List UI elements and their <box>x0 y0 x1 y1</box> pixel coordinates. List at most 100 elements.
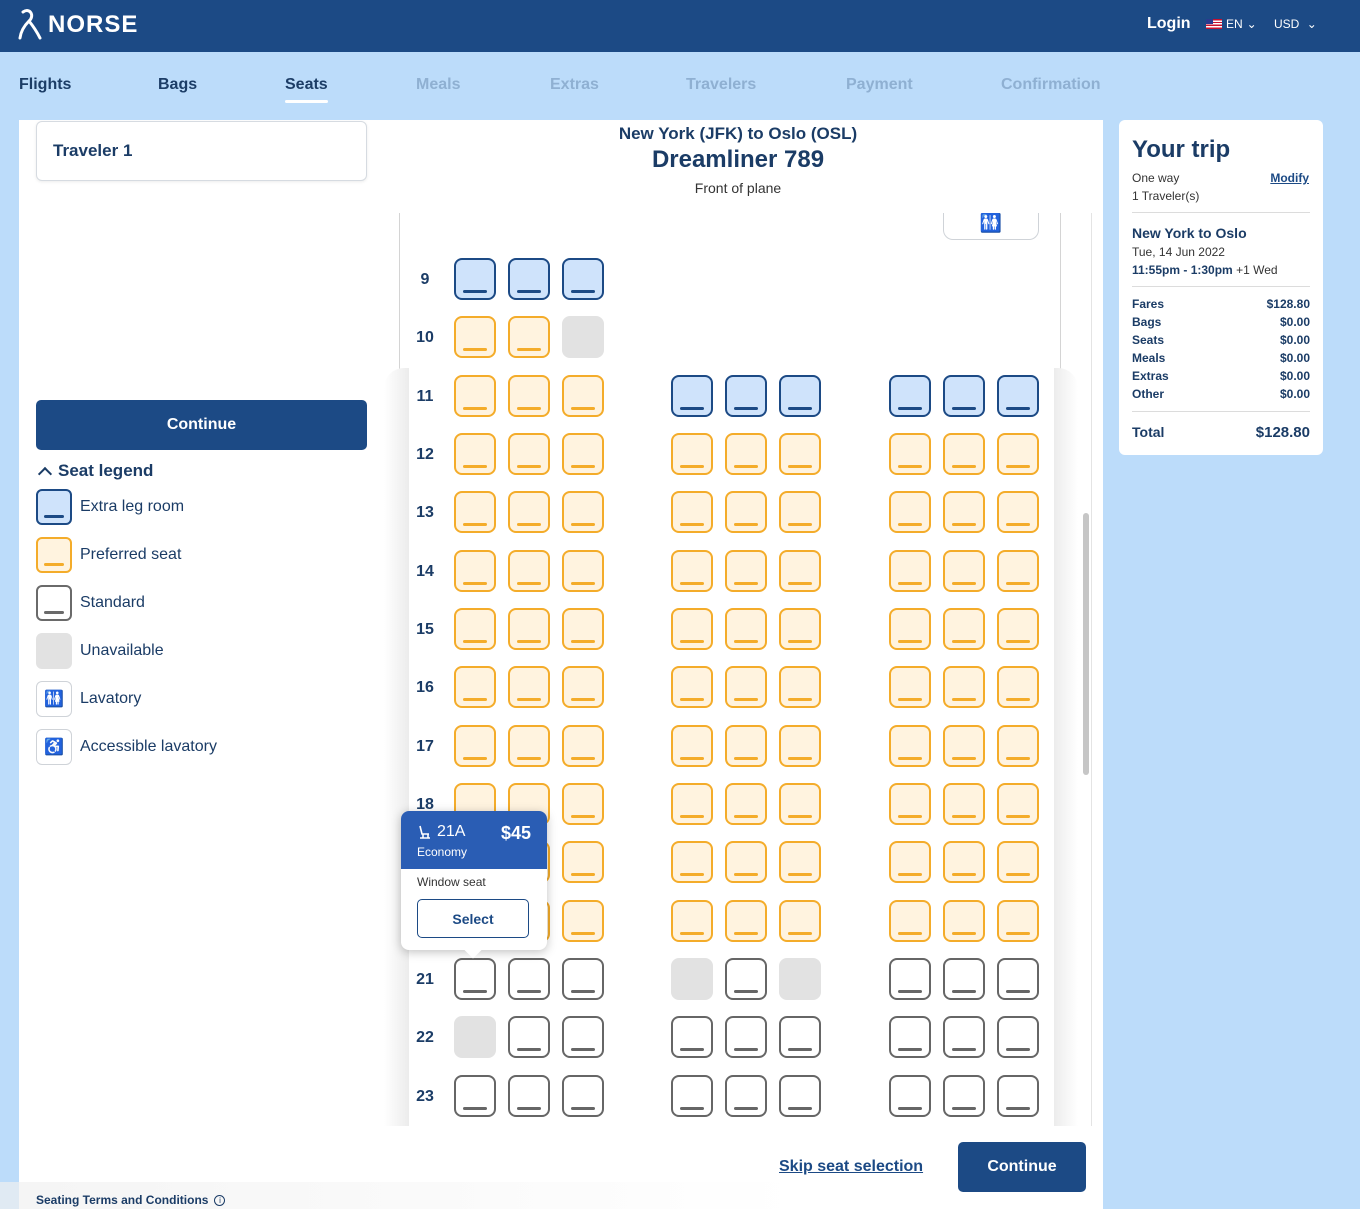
seat-21B[interactable] <box>508 958 550 1000</box>
seating-terms-link[interactable]: Seating Terms and Conditions i <box>36 1193 226 1207</box>
seat-14A[interactable] <box>454 550 496 592</box>
seat-10B[interactable] <box>508 316 550 358</box>
seat-17G[interactable] <box>889 725 931 767</box>
seat-17F[interactable] <box>779 725 821 767</box>
tab-flights[interactable]: Flights <box>19 76 71 94</box>
seat-15A[interactable] <box>454 608 496 650</box>
currency-selector[interactable]: USD ⌄ <box>1274 17 1317 31</box>
seat-22D[interactable] <box>671 1016 713 1058</box>
seat-r10C[interactable] <box>562 841 604 883</box>
language-selector[interactable]: EN ⌄ <box>1206 17 1257 31</box>
seat-r10G[interactable] <box>889 841 931 883</box>
seat-15B[interactable] <box>508 608 550 650</box>
seat-22C[interactable] <box>562 1016 604 1058</box>
seat-11A[interactable] <box>454 375 496 417</box>
seat-22K[interactable] <box>997 1016 1039 1058</box>
seat-17D[interactable] <box>671 725 713 767</box>
seat-9C[interactable] <box>562 258 604 300</box>
seat-14G[interactable] <box>889 550 931 592</box>
seat-14E[interactable] <box>725 550 767 592</box>
seat-14D[interactable] <box>671 550 713 592</box>
seat-13F[interactable] <box>779 491 821 533</box>
seat-17H[interactable] <box>943 725 985 767</box>
seat-r10E[interactable] <box>725 841 767 883</box>
seat-21A[interactable] <box>454 958 496 1000</box>
seat-15G[interactable] <box>889 608 931 650</box>
seat-16E[interactable] <box>725 666 767 708</box>
seat-11C[interactable] <box>562 375 604 417</box>
seat-r11K[interactable] <box>997 900 1039 942</box>
seat-11D[interactable] <box>671 375 713 417</box>
seat-11F[interactable] <box>779 375 821 417</box>
seat-17C[interactable] <box>562 725 604 767</box>
seat-22H[interactable] <box>943 1016 985 1058</box>
seat-12E[interactable] <box>725 433 767 475</box>
seat-14K[interactable] <box>997 550 1039 592</box>
seat-16G[interactable] <box>889 666 931 708</box>
seat-18D[interactable] <box>671 783 713 825</box>
continue-button[interactable]: Continue <box>36 400 367 450</box>
seat-21H[interactable] <box>943 958 985 1000</box>
seat-12A[interactable] <box>454 433 496 475</box>
traveler-selector[interactable]: Traveler 1 <box>36 121 367 181</box>
norse-logo[interactable]: NORSE <box>18 8 138 42</box>
seat-12D[interactable] <box>671 433 713 475</box>
seat-23K[interactable] <box>997 1075 1039 1117</box>
seat-23A[interactable] <box>454 1075 496 1117</box>
seat-11G[interactable] <box>889 375 931 417</box>
seat-23D[interactable] <box>671 1075 713 1117</box>
seat-14H[interactable] <box>943 550 985 592</box>
seat-9A[interactable] <box>454 258 496 300</box>
seat-10A[interactable] <box>454 316 496 358</box>
seat-18G[interactable] <box>889 783 931 825</box>
seat-16C[interactable] <box>562 666 604 708</box>
login-link[interactable]: Login <box>1147 15 1191 33</box>
seat-r11C[interactable] <box>562 900 604 942</box>
seat-16A[interactable] <box>454 666 496 708</box>
seat-23G[interactable] <box>889 1075 931 1117</box>
seat-22E[interactable] <box>725 1016 767 1058</box>
seat-15K[interactable] <box>997 608 1039 650</box>
seat-13H[interactable] <box>943 491 985 533</box>
seat-13K[interactable] <box>997 491 1039 533</box>
seat-13B[interactable] <box>508 491 550 533</box>
seat-18C[interactable] <box>562 783 604 825</box>
seat-11K[interactable] <box>997 375 1039 417</box>
seat-12H[interactable] <box>943 433 985 475</box>
seat-r10K[interactable] <box>997 841 1039 883</box>
seat-14C[interactable] <box>562 550 604 592</box>
seat-16D[interactable] <box>671 666 713 708</box>
seat-13D[interactable] <box>671 491 713 533</box>
seat-22F[interactable] <box>779 1016 821 1058</box>
seat-23H[interactable] <box>943 1075 985 1117</box>
seat-18H[interactable] <box>943 783 985 825</box>
seat-14B[interactable] <box>508 550 550 592</box>
seat-14F[interactable] <box>779 550 821 592</box>
modify-link[interactable]: Modify <box>1270 171 1309 185</box>
seat-12F[interactable] <box>779 433 821 475</box>
continue-button[interactable]: Continue <box>958 1142 1086 1192</box>
seat-23C[interactable] <box>562 1075 604 1117</box>
seat-21K[interactable] <box>997 958 1039 1000</box>
seat-22G[interactable] <box>889 1016 931 1058</box>
seat-23F[interactable] <box>779 1075 821 1117</box>
seat-17B[interactable] <box>508 725 550 767</box>
seat-13C[interactable] <box>562 491 604 533</box>
seat-12K[interactable] <box>997 433 1039 475</box>
seat-r11F[interactable] <box>779 900 821 942</box>
seat-9B[interactable] <box>508 258 550 300</box>
seat-15E[interactable] <box>725 608 767 650</box>
seat-r11D[interactable] <box>671 900 713 942</box>
seat-16H[interactable] <box>943 666 985 708</box>
seat-r10F[interactable] <box>779 841 821 883</box>
seat-r10D[interactable] <box>671 841 713 883</box>
seat-12G[interactable] <box>889 433 931 475</box>
seat-18K[interactable] <box>997 783 1039 825</box>
seat-17K[interactable] <box>997 725 1039 767</box>
seat-17E[interactable] <box>725 725 767 767</box>
tab-seats[interactable]: Seats <box>285 76 328 103</box>
tab-bags[interactable]: Bags <box>158 76 197 94</box>
seat-r10H[interactable] <box>943 841 985 883</box>
seat-12C[interactable] <box>562 433 604 475</box>
seat-map-scrollbar[interactable] <box>1083 513 1089 775</box>
